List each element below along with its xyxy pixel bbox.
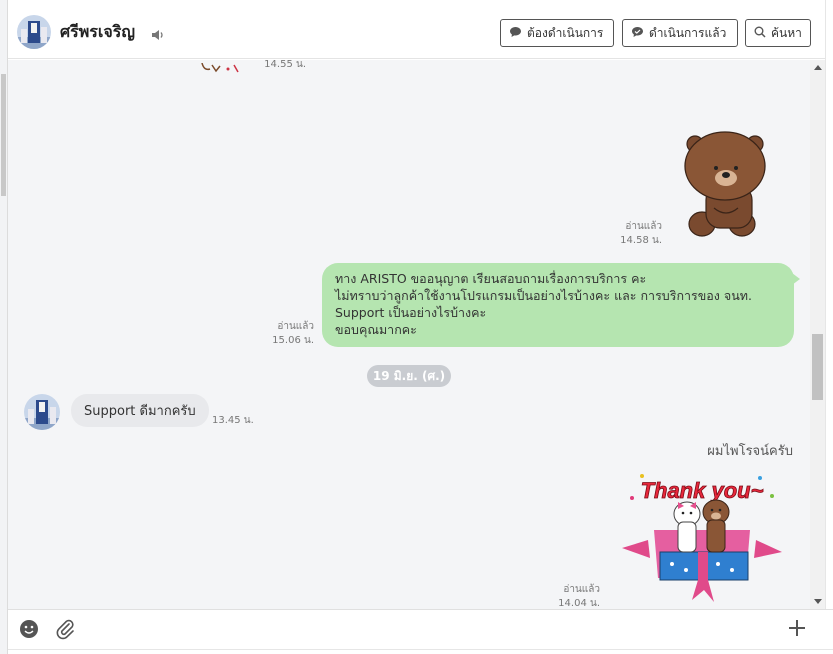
chat-bubble-icon bbox=[631, 26, 644, 41]
message-composer bbox=[8, 609, 833, 654]
paperclip-icon[interactable] bbox=[55, 618, 75, 640]
left-scroll-thumb[interactable] bbox=[1, 74, 6, 196]
read-label: อ่านแล้ว bbox=[563, 584, 600, 595]
message-time: 15.06 น. bbox=[272, 335, 314, 346]
date-separator: 19 มิ.ย. (ศ.) bbox=[367, 365, 451, 387]
done-label: ดำเนินการแล้ว bbox=[649, 25, 727, 40]
outgoing-message-bubble[interactable]: ทาง ARISTO ขออนุญาต เรียนสอบถามเรื่องการ… bbox=[322, 263, 800, 347]
sticker-text: Thank you~ bbox=[641, 478, 764, 503]
contact-avatar[interactable] bbox=[17, 15, 51, 49]
left-panel-edge bbox=[0, 0, 8, 654]
bubble-tail bbox=[792, 273, 800, 285]
sticker-caption: ผมไพโรจน์ครับ bbox=[707, 444, 793, 459]
sender-avatar[interactable] bbox=[24, 394, 60, 430]
message-list[interactable]: 14.55 น. อ่านแล้ว 14.58 น. อ่านแล้ว 15.0… bbox=[8, 60, 810, 609]
message-line: ทาง ARISTO ขออนุญาต เรียนสอบถามเรื่องการ… bbox=[335, 271, 647, 286]
chat-header: ศรีพรเจริญ ต้องดำเนินการ ดำเนินการแล้ว ค… bbox=[8, 0, 825, 59]
message-line: Support เป็นอย่างไรบ้างคะ bbox=[335, 305, 487, 320]
chat-window: ศรีพรเจริญ ต้องดำเนินการ ดำเนินการแล้ว ค… bbox=[0, 0, 833, 654]
chat-bubble-icon bbox=[509, 26, 522, 41]
read-label: อ่านแล้ว bbox=[625, 221, 662, 232]
search-label: ค้นหา bbox=[771, 25, 802, 40]
scroll-thumb[interactable] bbox=[812, 334, 823, 400]
search-icon bbox=[754, 26, 766, 41]
contact-name: ศรีพรเจริญ bbox=[60, 22, 135, 41]
right-panel-edge bbox=[825, 0, 833, 654]
partial-sticker[interactable] bbox=[198, 60, 246, 73]
done-button[interactable]: ดำเนินการแล้ว bbox=[622, 19, 738, 47]
composer-divider bbox=[8, 649, 833, 650]
message-time: 14.55 น. bbox=[264, 60, 306, 70]
message-line: ไม่ทราบว่าลูกค้าใช้งานโปรแกรมเป็นอย่างไร… bbox=[335, 288, 752, 303]
search-button[interactable]: ค้นหา bbox=[745, 19, 811, 47]
incoming-message-bubble[interactable]: Support ดีมากครับ bbox=[71, 394, 209, 427]
plus-icon[interactable] bbox=[788, 619, 806, 637]
emoji-icon[interactable] bbox=[19, 619, 39, 639]
message-time: 14.58 น. bbox=[620, 235, 662, 246]
message-time: 13.45 น. bbox=[212, 415, 254, 426]
message-line: ขอบคุณมากคะ bbox=[335, 322, 417, 337]
scroll-down-arrow[interactable] bbox=[814, 599, 822, 604]
pending-button[interactable]: ต้องดำเนินการ bbox=[500, 19, 614, 47]
read-label: อ่านแล้ว bbox=[277, 321, 314, 332]
pending-label: ต้องดำเนินการ bbox=[527, 25, 604, 40]
speaker-icon[interactable] bbox=[151, 26, 165, 40]
bear-sticker[interactable] bbox=[684, 128, 776, 240]
chat-scrollbar[interactable] bbox=[810, 60, 825, 609]
thankyou-sticker[interactable]: Thank you~ bbox=[620, 468, 784, 608]
scroll-up-arrow[interactable] bbox=[814, 65, 822, 70]
message-time: 14.04 น. bbox=[558, 598, 600, 609]
